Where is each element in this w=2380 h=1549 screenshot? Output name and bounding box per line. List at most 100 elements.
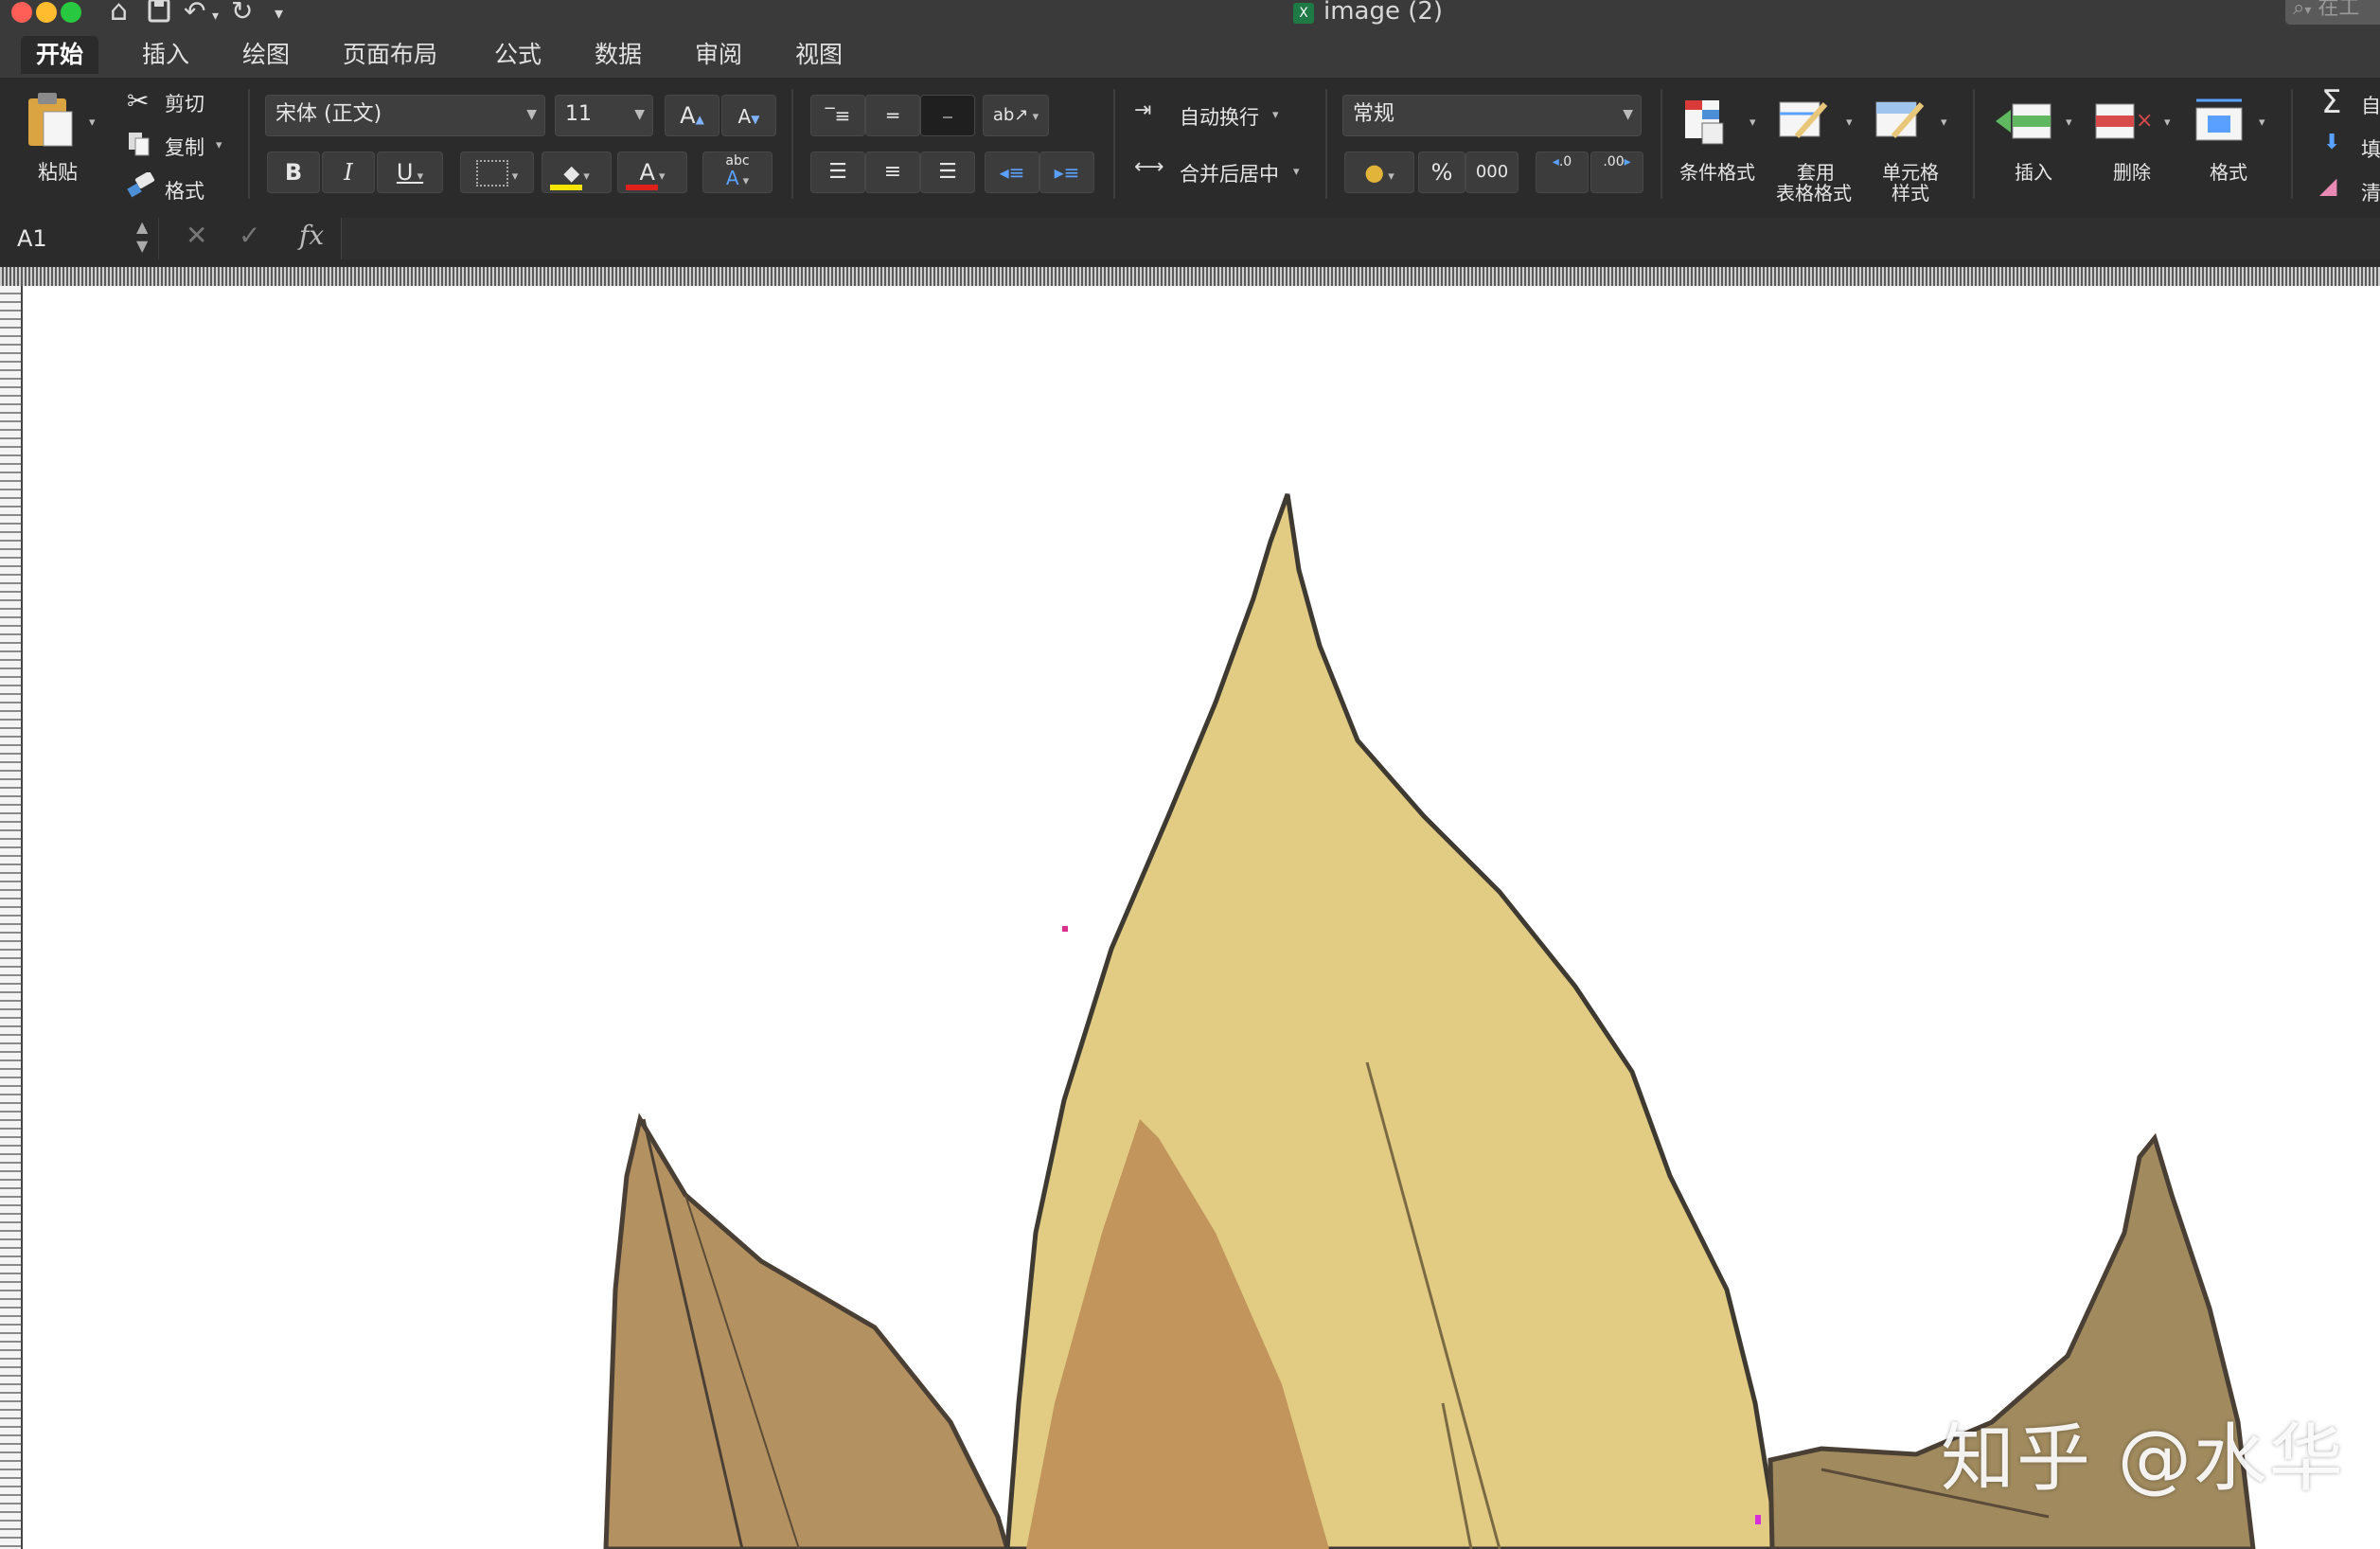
comma-style-button[interactable]: 000	[1465, 151, 1519, 193]
conditional-formatting-button[interactable]: 条件格式	[1679, 157, 1755, 185]
cancel-icon[interactable]: ✕	[186, 220, 207, 251]
delete-cells-icon[interactable]: ×	[2094, 98, 2155, 146]
fill-button[interactable]: 填	[2361, 134, 2380, 163]
search-sheet-input[interactable]: ⌕▾ 在工	[2285, 0, 2380, 25]
enter-checkmark-icon[interactable]: ✓	[239, 220, 260, 251]
save-icon[interactable]	[148, 0, 170, 23]
close-window-button[interactable]	[11, 2, 32, 23]
copy-dropdown-icon[interactable]: ▾	[216, 138, 222, 152]
font-color-button[interactable]: A ▾	[617, 151, 687, 193]
delete-cells-button[interactable]: 删除	[2113, 157, 2151, 185]
merge-center-button[interactable]: 合并后居中	[1180, 159, 1279, 187]
undo-icon[interactable]: ↶	[184, 0, 205, 26]
left-petal	[603, 1113, 1010, 1549]
percent-style-button[interactable]: %	[1418, 151, 1465, 193]
accounting-format-button[interactable]: ● ▾	[1344, 151, 1414, 193]
name-box-stepper-icon[interactable]: ▲ ▼	[136, 218, 148, 256]
autosum-button[interactable]: 自	[2361, 91, 2380, 119]
format-cells-button[interactable]: 格式	[2210, 157, 2247, 185]
underline-icon: U	[396, 159, 414, 186]
paste-dropdown-icon[interactable]: ▾	[89, 116, 96, 130]
insert-cells-button[interactable]: 插入	[2015, 157, 2052, 185]
tab-insert[interactable]: 插入	[127, 36, 204, 74]
format-painter-icon	[127, 172, 155, 198]
window-title-text: image (2)	[1323, 0, 1444, 26]
name-box[interactable]: A1	[0, 218, 159, 259]
format-as-table-icon[interactable]	[1778, 98, 1831, 146]
undo-dropdown-icon[interactable]: ▾	[212, 2, 219, 30]
align-right-button[interactable]: ☰	[920, 151, 975, 193]
format-painter-button[interactable]: 格式	[165, 176, 204, 205]
decrease-indent-button[interactable]: ◂≡	[985, 151, 1039, 193]
sheet-grid[interactable]: 知乎 @水华	[23, 286, 2380, 1549]
wrap-text-button[interactable]: 自动换行	[1180, 102, 1259, 131]
clear-button[interactable]: 清	[2361, 178, 2380, 206]
increase-indent-button[interactable]: ▸≡	[1039, 151, 1094, 193]
italic-button[interactable]: I	[322, 151, 375, 193]
decrease-font-size-button[interactable]: A▼	[721, 95, 776, 136]
bold-button[interactable]: B	[267, 151, 320, 193]
zoom-window-button[interactable]	[61, 2, 81, 23]
fill-color-swatch	[550, 185, 582, 190]
fill-down-icon[interactable]: ⬇	[2323, 131, 2340, 154]
align-bottom-icon: ⎯	[943, 104, 952, 127]
eraser-icon[interactable]: ◢	[2319, 172, 2336, 199]
separator	[2291, 89, 2293, 199]
format-as-table-button-line2[interactable]: 表格格式	[1776, 178, 1852, 205]
phonetic-guide-button[interactable]: abc A ▾	[702, 151, 773, 193]
cell-styles-button-line2[interactable]: 样式	[1892, 178, 1929, 205]
coins-icon: ●	[1364, 159, 1385, 186]
paste-icon[interactable]	[23, 91, 80, 150]
tab-view[interactable]: 视图	[780, 36, 858, 74]
fill-color-button[interactable]: ◆ ▾	[542, 151, 612, 193]
paste-button-label[interactable]: 粘贴	[38, 157, 78, 186]
insert-cells-icon[interactable]	[1994, 98, 2054, 146]
orientation-button[interactable]: ab↗ ▾	[983, 95, 1049, 136]
align-center-button[interactable]: ≡	[865, 151, 920, 193]
chevron-down-icon: ▾	[1293, 165, 1300, 179]
tab-page-layout[interactable]: 页面布局	[328, 36, 453, 74]
insert-function-button[interactable]: fx	[299, 220, 324, 251]
decrease-decimal-icon: .00	[1603, 154, 1625, 169]
tab-home[interactable]: 开始	[21, 36, 99, 74]
chevron-down-icon: ▼	[526, 107, 537, 122]
number-format-select[interactable]: 常规 ▼	[1342, 95, 1642, 136]
home-icon[interactable]: ⌂	[110, 0, 128, 26]
formula-bar: A1 ▲ ▼ ✕ ✓ fx	[0, 210, 2380, 268]
wrap-text-icon: ⇥	[1134, 98, 1152, 122]
conditional-formatting-icon[interactable]	[1683, 98, 1729, 146]
tab-data[interactable]: 数据	[579, 36, 657, 74]
cell-styles-icon[interactable]	[1874, 98, 1927, 146]
cut-icon: ✂	[127, 85, 150, 116]
align-top-button[interactable]: ‾≡	[810, 95, 865, 136]
row-headers[interactable]	[0, 286, 23, 1549]
underline-button[interactable]: U ▾	[377, 151, 443, 193]
separator	[1661, 89, 1662, 199]
align-middle-button[interactable]: ═	[865, 95, 920, 136]
font-color-swatch	[626, 185, 658, 190]
tab-review[interactable]: 审阅	[680, 36, 757, 74]
font-size-select[interactable]: 11 ▼	[555, 95, 653, 136]
decrease-decimal-button[interactable]: .00▸	[1590, 151, 1643, 193]
cut-button[interactable]: 剪切	[165, 89, 204, 117]
redo-icon[interactable]: ↻	[231, 0, 253, 26]
minimize-window-button[interactable]	[36, 2, 57, 23]
increase-font-size-button[interactable]: A▲	[665, 95, 719, 136]
align-bottom-button[interactable]: ⎯	[920, 95, 975, 136]
align-right-icon: ☰	[938, 160, 957, 184]
align-left-button[interactable]: ☰	[810, 151, 865, 193]
tab-draw[interactable]: 绘图	[227, 36, 305, 74]
copy-button[interactable]: 复制	[165, 133, 204, 161]
format-cells-icon[interactable]	[2193, 95, 2249, 146]
formula-input[interactable]	[341, 218, 2380, 259]
customize-toolbar-icon[interactable]: ▾	[275, 0, 283, 28]
separator	[1325, 89, 1327, 199]
font-name-select[interactable]: 宋体 (正文) ▼	[265, 95, 545, 136]
chevron-down-icon: ▾	[1749, 116, 1756, 130]
borders-button[interactable]: ▾	[460, 151, 534, 193]
increase-decimal-button[interactable]: ◂.0	[1536, 151, 1589, 193]
column-headers[interactable]	[0, 267, 2380, 288]
tab-formulas[interactable]: 公式	[479, 36, 557, 74]
autosum-icon[interactable]: Σ	[2321, 83, 2341, 121]
chevron-down-icon: ▾	[2164, 116, 2171, 130]
